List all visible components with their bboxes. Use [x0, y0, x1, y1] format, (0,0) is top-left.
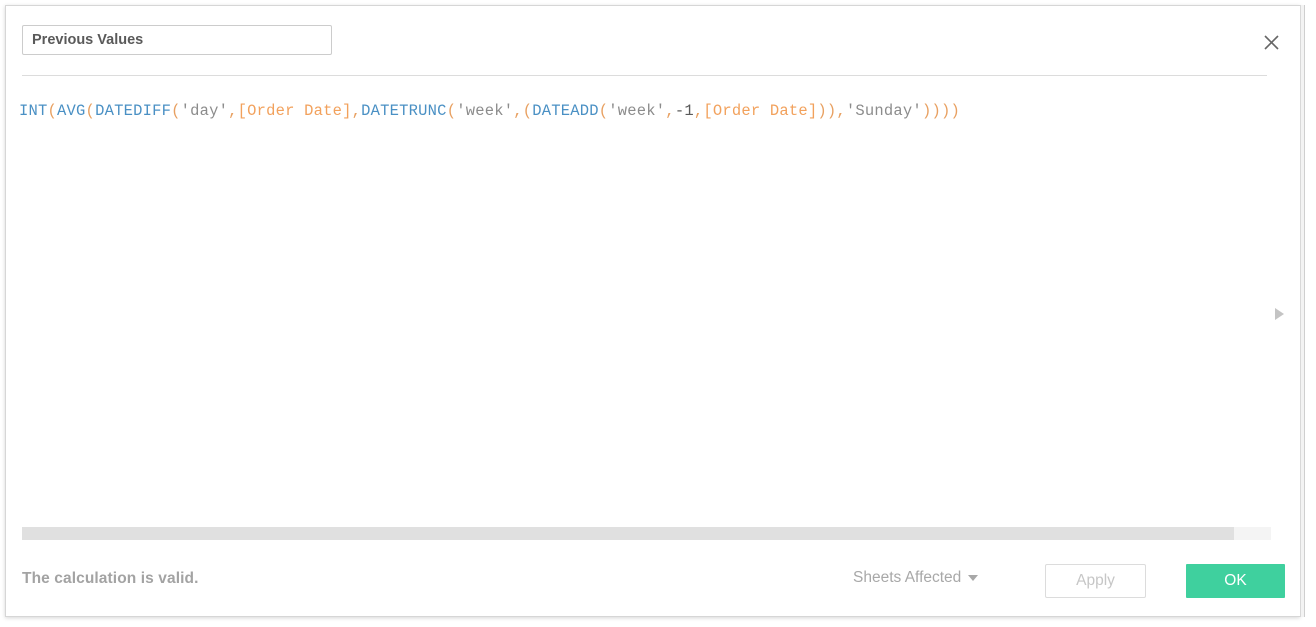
formula-token-field: [Order Date] [703, 102, 818, 120]
formula-token-punc: , [513, 102, 523, 120]
formula-token-fn: AVG [57, 102, 86, 120]
formula-token-paren: ) [950, 102, 960, 120]
formula-token-paren: ( [522, 102, 533, 120]
sheets-affected-dropdown[interactable]: Sheets Affected [853, 569, 979, 587]
formula-token-paren: ( [446, 102, 457, 120]
horizontal-scrollbar-track[interactable] [22, 527, 1271, 540]
expand-right-triangle-icon[interactable] [1272, 306, 1286, 322]
formula-token-num: -1 [674, 102, 694, 120]
dialog-footer: The calculation is valid. Sheets Affecte… [6, 550, 1301, 618]
formula-token-str: 'week' [456, 102, 514, 120]
apply-button[interactable]: Apply [1045, 564, 1146, 598]
formula-token-str: 'day' [180, 102, 229, 120]
formula-token-fn: DATEDIFF [95, 102, 172, 120]
status-message: The calculation is valid. [22, 570, 199, 587]
formula-token-paren: ( [598, 102, 609, 120]
panel-splitter[interactable] [1300, 5, 1305, 617]
calculation-name-input[interactable] [22, 25, 332, 55]
formula-token-fn: DATEADD [532, 102, 599, 120]
formula-token-punc: , [693, 102, 704, 120]
sheets-affected-label: Sheets Affected [853, 569, 962, 586]
formula-token-str: 'Sunday' [845, 102, 922, 120]
formula-editor[interactable]: INT(AVG(DATEDIFF('day',[Order Date],DATE… [6, 84, 1301, 521]
formula-token-str: 'week' [608, 102, 666, 120]
header-divider [22, 75, 1267, 76]
horizontal-scrollbar-thumb[interactable] [22, 527, 1234, 540]
formula-token-paren: ( [47, 102, 58, 120]
formula-token-punc: , [665, 102, 675, 120]
dialog-header [6, 6, 1300, 75]
formula-token-fn: DATETRUNC [361, 102, 447, 120]
formula-token-punc: , [836, 102, 846, 120]
formula-token-paren: ) [826, 102, 837, 120]
formula-token-paren: ) [931, 102, 941, 120]
formula-token-paren: ) [817, 102, 827, 120]
chevron-down-icon [968, 575, 979, 581]
formula-token-punc: , [228, 102, 238, 120]
ok-button[interactable]: OK [1186, 564, 1285, 598]
close-icon[interactable] [1259, 30, 1283, 54]
formula-token-field: [Order Date] [237, 102, 352, 120]
formula-token-punc: , [351, 102, 362, 120]
formula-token-paren: ( [85, 102, 96, 120]
calculated-field-dialog: INT(AVG(DATEDIFF('day',[Order Date],DATE… [5, 5, 1301, 618]
formula-token-fn: INT [19, 102, 48, 120]
formula-text: INT(AVG(DATEDIFF('day',[Order Date],DATE… [19, 101, 960, 121]
formula-token-paren: ( [171, 102, 181, 120]
